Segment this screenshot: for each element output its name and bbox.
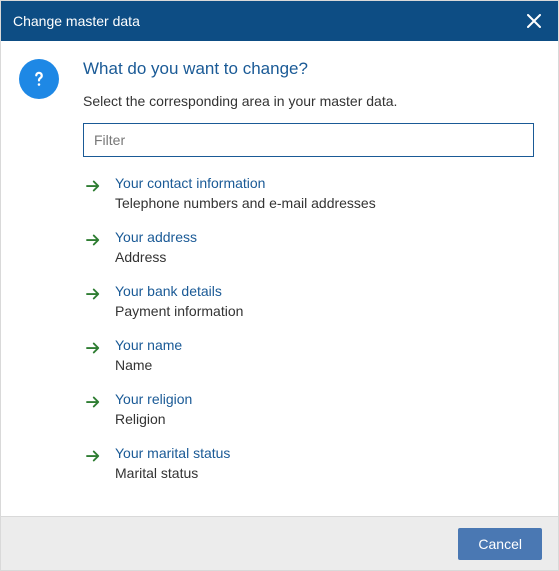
dialog-instruction: Select the corresponding area in your ma… [83, 93, 534, 109]
option-title: Your contact information [115, 175, 376, 191]
option-text: Your name Name [115, 337, 182, 373]
arrow-right-icon [83, 446, 103, 466]
change-master-data-dialog: Change master data What do you want to c… [0, 0, 559, 571]
option-item[interactable]: Your address Address [83, 229, 534, 265]
icon-column [19, 59, 71, 504]
option-text: Your address Address [115, 229, 197, 265]
option-text: Your religion Religion [115, 391, 192, 427]
arrow-right-icon [83, 176, 103, 196]
arrow-right-icon [83, 392, 103, 412]
titlebar: Change master data [1, 1, 558, 41]
option-item[interactable]: Your bank details Payment information [83, 283, 534, 319]
option-subtitle: Address [115, 249, 197, 265]
filter-input[interactable] [83, 123, 534, 157]
question-mark-icon [28, 68, 50, 90]
option-text: Your marital status Marital status [115, 445, 230, 481]
option-subtitle: Name [115, 357, 182, 373]
option-title: Your marital status [115, 445, 230, 461]
dialog-title: Change master data [13, 13, 522, 29]
option-text: Your bank details Payment information [115, 283, 243, 319]
option-title: Your address [115, 229, 197, 245]
arrow-right-icon [83, 338, 103, 358]
help-icon [19, 59, 59, 99]
option-title: Your name [115, 337, 182, 353]
dialog-footer: Cancel [1, 516, 558, 570]
option-item[interactable]: Your marital status Marital status [83, 445, 534, 481]
arrow-right-icon [83, 284, 103, 304]
option-subtitle: Marital status [115, 465, 230, 481]
dialog-body: What do you want to change? Select the c… [1, 41, 558, 516]
option-item[interactable]: Your religion Religion [83, 391, 534, 427]
option-title: Your religion [115, 391, 192, 407]
content-column: What do you want to change? Select the c… [71, 59, 540, 504]
option-item[interactable]: Your name Name [83, 337, 534, 373]
option-subtitle: Religion [115, 411, 192, 427]
close-button[interactable] [522, 9, 546, 33]
option-title: Your bank details [115, 283, 243, 299]
close-icon [527, 14, 541, 28]
dialog-heading: What do you want to change? [83, 59, 534, 79]
option-text: Your contact information Telephone number… [115, 175, 376, 211]
option-item[interactable]: Your contact information Telephone number… [83, 175, 534, 211]
option-subtitle: Payment information [115, 303, 243, 319]
option-subtitle: Telephone numbers and e-mail addresses [115, 195, 376, 211]
cancel-button[interactable]: Cancel [458, 528, 542, 560]
options-list: Your contact information Telephone number… [83, 175, 534, 481]
arrow-right-icon [83, 230, 103, 250]
